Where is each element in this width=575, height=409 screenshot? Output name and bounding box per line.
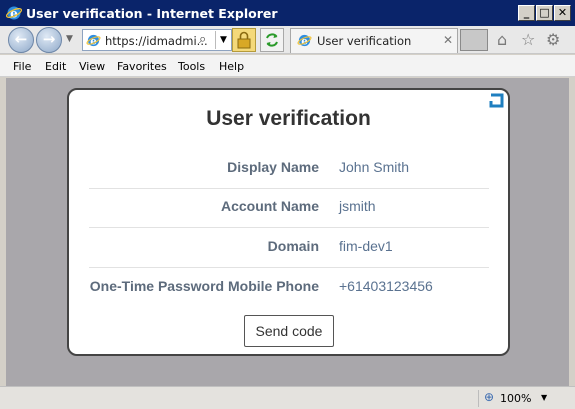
window-title: User verification - Internet Explorer [26, 6, 278, 21]
menu-file[interactable]: File [13, 60, 31, 73]
forward-arrow-icon: → [42, 30, 56, 48]
favorites-star-icon[interactable]: ☆ [521, 30, 535, 49]
zoom-magnifier-icon: ⊕ [484, 390, 495, 404]
page-content: User verification Display Name John Smit… [6, 78, 569, 386]
domain-label: Domain [267, 238, 319, 254]
tab-label: User verification [317, 34, 412, 48]
send-code-button[interactable]: Send code [244, 315, 334, 347]
window-title-bar[interactable]: e User verification - Internet Explorer … [0, 0, 575, 26]
home-icon[interactable]: ⌂ [497, 30, 507, 49]
security-lock-button[interactable] [232, 28, 256, 52]
menu-help[interactable]: Help [219, 60, 244, 73]
back-button[interactable]: ← [8, 27, 34, 53]
zoom-dropdown-icon[interactable]: ▼ [541, 393, 547, 402]
display-name-value: John Smith [339, 159, 410, 175]
menu-view[interactable]: View [79, 60, 105, 73]
refresh-icon [266, 33, 278, 47]
corner-app-icon [489, 93, 504, 108]
new-tab-button[interactable] [460, 29, 488, 51]
domain-row: Domain fim-dev1 [89, 228, 489, 268]
tab-user-verification[interactable]: e User verification ✕ [290, 28, 458, 53]
refresh-button[interactable] [260, 28, 284, 52]
menu-bar: File Edit View Favorites Tools Help [0, 55, 575, 77]
page-ie-icon: e [86, 34, 101, 47]
otp-phone-label: One-Time Password Mobile Phone [89, 278, 319, 294]
zoom-level: 100% [500, 392, 532, 405]
tab-close-icon[interactable]: ✕ [443, 33, 453, 47]
minimize-button[interactable]: _ [518, 5, 535, 21]
domain-value: fim-dev1 [339, 238, 393, 254]
search-icon[interactable]: ⌕ [199, 32, 206, 47]
page-title: User verification [206, 107, 371, 130]
maximize-button[interactable]: □ [536, 5, 553, 21]
otp-phone-value: +61403123456 [339, 278, 433, 294]
display-name-label: Display Name [227, 159, 319, 175]
forward-button[interactable]: → [36, 27, 62, 53]
navigation-bar: ← → ▼ e https://idmadmi... ⌕ ▼ e User ve… [0, 26, 575, 54]
tools-gear-icon[interactable]: ⚙ [546, 30, 560, 49]
account-name-row: Account Name jsmith [89, 188, 489, 228]
internet-explorer-icon: e [6, 6, 22, 21]
status-bar: ⊕ 100% ▼ [0, 386, 575, 409]
account-name-label: Account Name [220, 198, 319, 214]
address-url[interactable]: https://idmadmi... [105, 34, 208, 48]
lock-icon [237, 31, 251, 49]
back-arrow-icon: ← [14, 30, 28, 48]
otp-phone-row: One-Time Password Mobile Phone +61403123… [89, 268, 489, 308]
zoom-control[interactable]: ⊕ 100% ▼ [478, 390, 550, 407]
menu-edit[interactable]: Edit [45, 60, 66, 73]
account-name-value: jsmith [339, 198, 376, 214]
menu-favorites[interactable]: Favorites [117, 60, 167, 73]
user-verification-card: User verification Display Name John Smit… [67, 88, 510, 356]
close-window-button[interactable]: ✕ [554, 5, 571, 21]
address-bar[interactable]: e https://idmadmi... ⌕ ▼ [82, 29, 232, 51]
history-dropdown-icon[interactable]: ▼ [66, 34, 73, 44]
tab-ie-icon: e [297, 34, 312, 47]
display-name-row: Display Name John Smith [89, 149, 489, 189]
address-dropdown-icon[interactable]: ▼ [215, 31, 231, 49]
menu-tools[interactable]: Tools [178, 60, 205, 73]
